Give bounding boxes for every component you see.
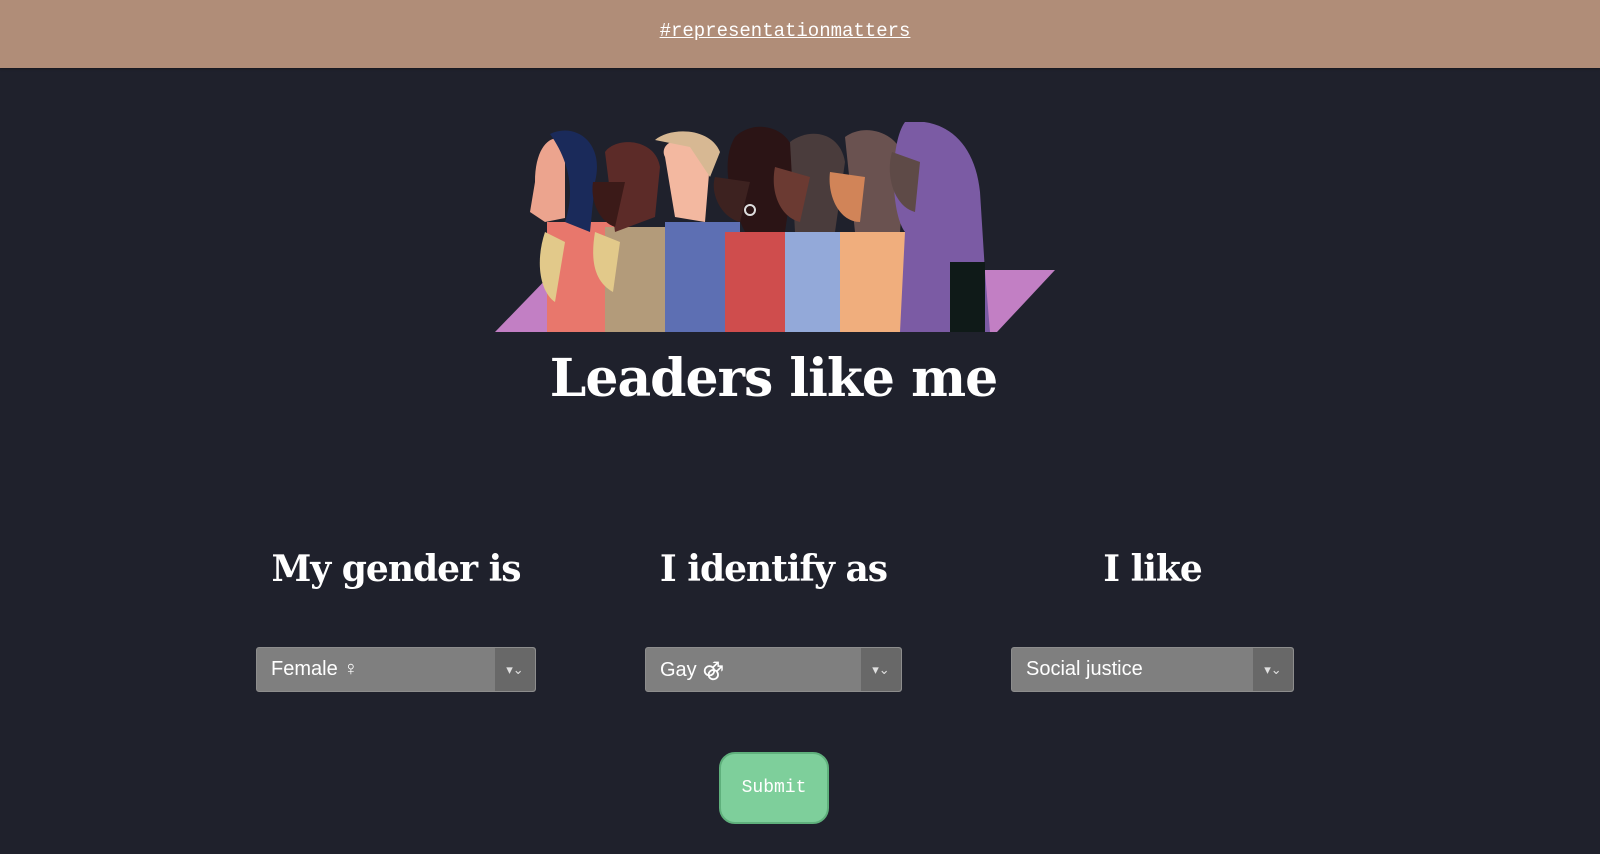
- interest-select[interactable]: Social justice ▾⌄: [1011, 647, 1294, 692]
- gender-label: My gender is: [271, 548, 521, 590]
- page-title: Leaders like me: [549, 348, 998, 409]
- interest-selected-value: Social justice: [1026, 658, 1143, 680]
- gender-select[interactable]: Female ♀ ▾⌄: [256, 647, 536, 692]
- top-banner: #representationmatters: [0, 0, 1600, 68]
- chevron-down-icon: ▾⌄: [495, 648, 535, 691]
- gender-filter-group: My gender is: [256, 548, 536, 590]
- chevron-down-icon: ▾⌄: [1253, 648, 1293, 691]
- diverse-people-illustration: [495, 122, 1055, 332]
- identity-select[interactable]: Gay ⚣ ▾⌄: [645, 647, 902, 692]
- representation-hashtag-link[interactable]: #representationmatters: [660, 20, 911, 42]
- identity-selected-value: Gay ⚣: [660, 659, 725, 681]
- interest-label: I like: [1103, 548, 1203, 590]
- identity-label: I identify as: [659, 548, 888, 590]
- interest-filter-group: I like: [1011, 548, 1294, 590]
- chevron-down-icon: ▾⌄: [861, 648, 901, 691]
- identity-filter-group: I identify as: [645, 548, 902, 590]
- gender-selected-value: Female ♀: [271, 658, 359, 680]
- submit-button[interactable]: Submit: [719, 752, 829, 824]
